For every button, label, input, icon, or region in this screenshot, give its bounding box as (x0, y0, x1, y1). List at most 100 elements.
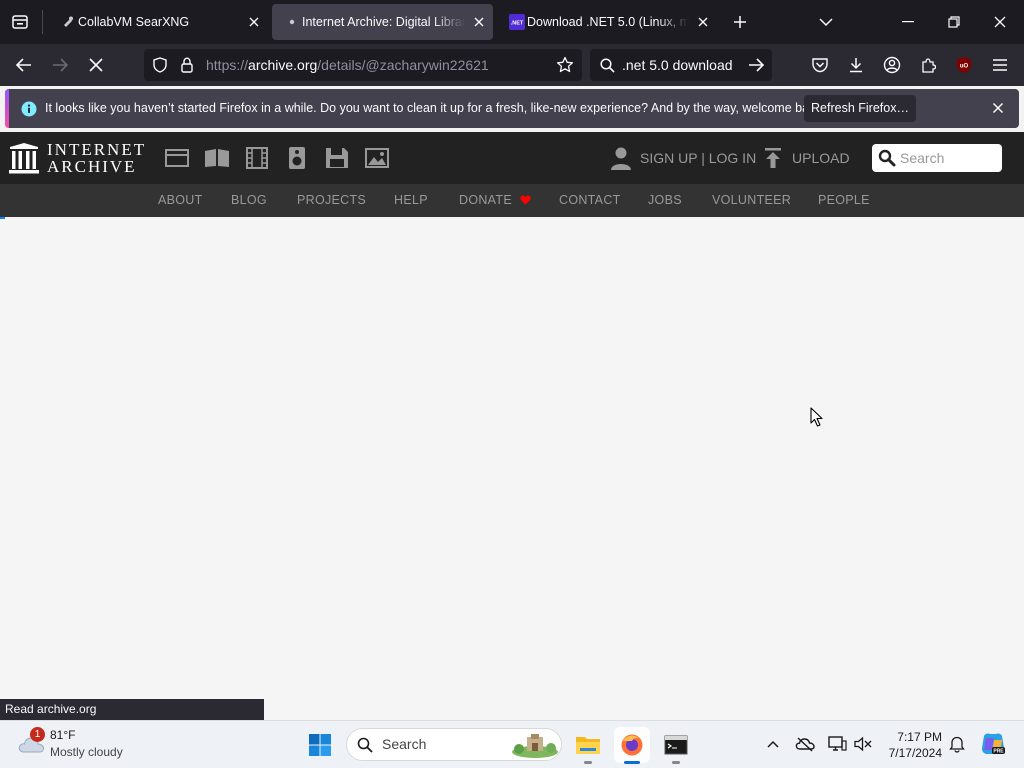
stop-loading-icon[interactable] (78, 44, 114, 86)
file-explorer-icon[interactable] (570, 727, 606, 763)
svg-text:.NET: .NET (511, 21, 524, 27)
close-window-icon[interactable] (980, 0, 1020, 44)
refresh-firefox-button[interactable]: Refresh Firefox… (804, 95, 916, 122)
upload-link[interactable]: UPLOAD (764, 144, 850, 172)
web-icon[interactable] (164, 146, 190, 170)
explorer-running-indicator (584, 761, 592, 764)
address-bar[interactable]: https://archive.org/details/@zacharywin2… (144, 49, 582, 81)
new-tab-icon[interactable] (724, 0, 756, 44)
logo-line-1: INTERNET (47, 140, 147, 159)
page-load-progress-bar (0, 217, 5, 219)
nav-volunteer[interactable]: VOLUNTEER (712, 184, 791, 217)
app-menu-icon[interactable] (982, 44, 1018, 86)
site-search-input[interactable]: Search (872, 144, 1002, 172)
taskbar-search-icon (357, 737, 373, 753)
notification-message: It looks like you haven’t started Firefo… (45, 101, 826, 115)
close-tab-icon[interactable] (471, 14, 487, 30)
ublock-badge-text: uO (960, 64, 969, 70)
weather-alert-badge: 1 (30, 727, 45, 742)
web-search-bar[interactable]: .net 5.0 download (590, 49, 772, 81)
nav-contact[interactable]: CONTACT (559, 184, 621, 217)
nav-help[interactable]: HELP (394, 184, 428, 217)
video-icon[interactable] (244, 146, 270, 170)
forward-icon[interactable] (42, 44, 78, 86)
bookmark-star-icon[interactable] (556, 56, 574, 74)
url-host: archive.org (248, 57, 318, 73)
tab-separator (42, 10, 43, 34)
user-icon (610, 146, 632, 170)
images-icon[interactable] (364, 146, 390, 170)
browser-status-text: Read archive.org (0, 699, 264, 720)
site-top-nav: ABOUT BLOG PROJECTS HELP DONATE CONTACT … (0, 184, 1024, 217)
tab-internet-archive[interactable]: Internet Archive: Digital Library (272, 4, 493, 40)
copilot-icon[interactable]: PRE (980, 731, 1006, 757)
show-hidden-icons-chevron-icon[interactable] (762, 733, 784, 755)
nav-about[interactable]: ABOUT (158, 184, 203, 217)
logo-line-2: ARCHIVE (47, 157, 137, 176)
site-logo-text[interactable]: INTERNET ARCHIVE (47, 141, 146, 175)
nav-projects[interactable]: PROJECTS (297, 184, 366, 217)
taskbar-search-placeholder: Search (382, 736, 427, 752)
list-all-tabs-icon[interactable] (810, 0, 842, 44)
close-tab-icon[interactable] (246, 14, 262, 30)
windows-start-icon[interactable] (302, 727, 338, 763)
downloads-icon[interactable] (838, 44, 874, 86)
info-icon (21, 101, 37, 117)
searxng-favicon-icon (60, 14, 76, 30)
terminal-running-indicator (672, 761, 680, 764)
tab-title: Download .NET 5.0 (Linux, mac (527, 15, 689, 29)
audio-icon[interactable] (284, 146, 310, 170)
upload-arrow-icon (764, 147, 782, 169)
svg-text:PRE: PRE (993, 749, 1004, 755)
nav-blog[interactable]: BLOG (231, 184, 267, 217)
account-icon[interactable] (874, 44, 910, 86)
restore-window-icon[interactable] (934, 0, 974, 44)
taskbar-search-box[interactable]: Search (346, 728, 562, 761)
ublock-origin-icon[interactable]: uO (946, 44, 982, 86)
tab-strip: CollabVM SearXNG Internet Archive: Digit… (0, 0, 1024, 44)
onedrive-offline-icon[interactable] (794, 733, 816, 755)
software-icon[interactable] (324, 146, 350, 170)
tracking-protection-shield-icon[interactable] (152, 57, 168, 73)
weather-temperature[interactable]: 81°F (50, 728, 75, 742)
close-notification-icon[interactable] (992, 102, 1004, 114)
go-arrow-icon[interactable] (748, 58, 764, 72)
internet-archive-logo-icon[interactable] (9, 142, 39, 174)
tab-collabvm-searxng[interactable]: CollabVM SearXNG (48, 4, 268, 40)
site-search-placeholder: Search (900, 150, 945, 166)
back-icon[interactable] (6, 44, 42, 86)
url-text[interactable]: https://archive.org/details/@zacharywin2… (206, 49, 489, 81)
pocket-icon[interactable] (802, 44, 838, 86)
terminal-icon[interactable] (658, 727, 694, 763)
nav-people[interactable]: PEOPLE (818, 184, 870, 217)
search-query-text[interactable]: .net 5.0 download (622, 49, 733, 81)
minimize-window-icon[interactable] (888, 0, 928, 44)
site-header: INTERNET ARCHIVE SIGN UP | LOG IN UPLOAD… (0, 132, 1024, 184)
loading-favicon-icon (284, 14, 300, 30)
firefox-active-indicator (624, 761, 640, 764)
firefox-view-icon[interactable] (4, 0, 36, 44)
mouse-cursor-icon (810, 407, 824, 427)
sign-up-log-in-link[interactable]: SIGN UP | LOG IN (610, 144, 756, 172)
texts-icon[interactable] (204, 146, 230, 170)
display-network-icon[interactable] (826, 733, 848, 755)
firefox-taskbar-icon[interactable] (614, 727, 650, 763)
nav-jobs[interactable]: JOBS (648, 184, 682, 217)
page-content-area (0, 217, 1024, 720)
clock-date: 7/17/2024 (888, 746, 942, 760)
url-path: /details/@zacharywin22621 (317, 57, 489, 73)
notification-bell-icon[interactable] (946, 733, 968, 755)
extensions-puzzle-icon[interactable] (910, 44, 946, 86)
weather-condition[interactable]: Mostly cloudy (50, 745, 123, 759)
close-tab-icon[interactable] (695, 14, 711, 30)
search-highlight-image-icon (511, 732, 559, 758)
lock-icon[interactable] (180, 57, 194, 73)
taskbar-clock[interactable]: 7:17 PM 7/17/2024 (874, 729, 942, 761)
nav-donate[interactable]: DONATE (459, 184, 531, 217)
refresh-firefox-notification: It looks like you haven’t started Firefo… (5, 89, 1019, 128)
dotnet-favicon-icon: .NET (509, 14, 525, 30)
magnifier-icon[interactable] (878, 149, 896, 167)
tab-dotnet-download[interactable]: .NET Download .NET 5.0 (Linux, mac (497, 4, 717, 40)
tab-title: CollabVM SearXNG (78, 15, 190, 29)
volume-muted-icon[interactable] (852, 733, 874, 755)
